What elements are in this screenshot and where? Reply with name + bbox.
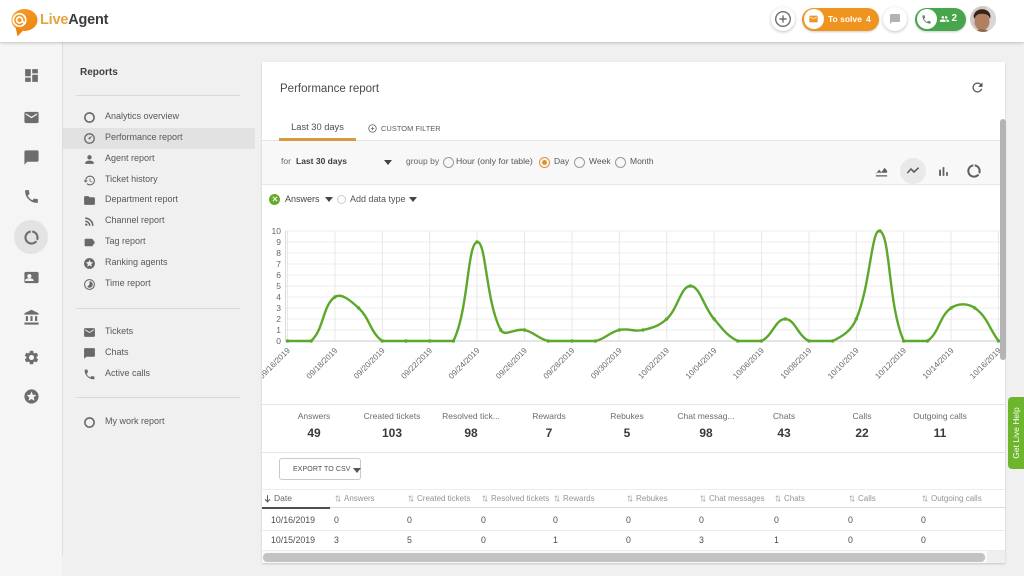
svg-text:7: 7 [276, 259, 281, 269]
svg-text:3: 3 [276, 303, 281, 313]
svg-text:1: 1 [276, 325, 281, 335]
svg-text:9: 9 [276, 237, 281, 247]
svg-text:2: 2 [276, 314, 281, 324]
svg-text:09/16/2019: 09/16/2019 [262, 346, 292, 381]
svg-text:10/04/2019: 10/04/2019 [684, 346, 719, 381]
svg-text:0: 0 [276, 336, 281, 346]
svg-text:09/20/2019: 09/20/2019 [352, 346, 387, 381]
svg-text:10/16/2019: 10/16/2019 [968, 346, 1003, 381]
svg-text:09/30/2019: 09/30/2019 [589, 346, 624, 381]
svg-text:10/12/2019: 10/12/2019 [873, 346, 908, 381]
svg-text:6: 6 [276, 270, 281, 280]
svg-text:09/26/2019: 09/26/2019 [494, 346, 529, 381]
svg-text:09/24/2019: 09/24/2019 [447, 346, 482, 381]
svg-text:10/06/2019: 10/06/2019 [731, 346, 766, 381]
svg-text:10/10/2019: 10/10/2019 [826, 346, 861, 381]
svg-text:10: 10 [272, 226, 282, 236]
svg-text:10/14/2019: 10/14/2019 [921, 346, 956, 381]
svg-text:5: 5 [276, 281, 281, 291]
svg-text:4: 4 [276, 292, 281, 302]
svg-text:09/18/2019: 09/18/2019 [305, 346, 340, 381]
svg-text:8: 8 [276, 248, 281, 258]
svg-text:10/02/2019: 10/02/2019 [636, 346, 671, 381]
svg-text:09/22/2019: 09/22/2019 [399, 346, 434, 381]
svg-text:09/28/2019: 09/28/2019 [542, 346, 577, 381]
svg-text:10/08/2019: 10/08/2019 [779, 346, 814, 381]
